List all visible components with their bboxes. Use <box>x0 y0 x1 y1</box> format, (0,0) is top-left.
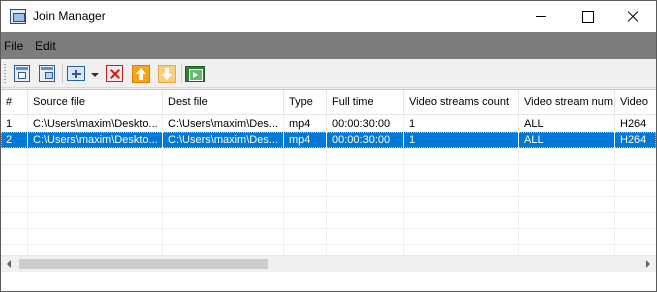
cell-video-stream-num: ALL <box>524 118 544 130</box>
grid-line <box>1 244 656 245</box>
toolbar-separator <box>62 64 63 83</box>
column-header-video[interactable]: Video <box>615 90 656 115</box>
table-row-selected[interactable]: 2 C:\Users\maxim\Deskto... C:\Users\maxi… <box>1 132 656 148</box>
grid-line <box>283 115 284 265</box>
move-down-button[interactable] <box>156 63 178 84</box>
cell-full-time: 00:00:30:00 <box>332 134 391 146</box>
grid-line <box>162 115 163 265</box>
cell-source-file: C:\Users\maxim\Deskto... <box>33 134 158 146</box>
scroll-right-icon[interactable] <box>639 256 656 273</box>
cell-index: 1 <box>6 118 13 130</box>
column-header-index[interactable]: # <box>1 90 28 115</box>
cell-dest-file: C:\Users\maxim\Des... <box>168 118 279 130</box>
cell-type: mp4 <box>289 118 311 130</box>
join-video-icon <box>185 66 205 82</box>
maximize-button[interactable] <box>564 1 610 32</box>
close-button[interactable] <box>610 1 656 32</box>
title-bar[interactable]: Join Manager <box>1 1 656 32</box>
grid-line <box>326 115 327 265</box>
grid-line <box>1 180 656 181</box>
cell-dest-file: C:\Users\maxim\Des... <box>168 134 279 146</box>
horizontal-scrollbar[interactable] <box>1 255 656 272</box>
join-video-button[interactable] <box>184 63 206 84</box>
add-file-icon <box>14 65 30 82</box>
add-dropdown-icon <box>67 66 85 81</box>
cell-index: 2 <box>6 134 13 146</box>
move-up-icon <box>132 65 150 83</box>
grid-line <box>614 115 615 265</box>
window-title: Join Manager <box>33 9 106 23</box>
grid-line <box>1 212 656 213</box>
add-file-button[interactable] <box>11 63 33 84</box>
status-strip <box>1 272 656 291</box>
column-header-source-file[interactable]: Source file <box>28 90 163 115</box>
grid-line <box>1 196 656 197</box>
column-header-video-streams-count[interactable]: Video streams count <box>404 90 519 115</box>
grid-line <box>403 115 404 265</box>
minimize-button[interactable] <box>518 1 564 32</box>
menu-edit[interactable]: Edit <box>35 39 56 53</box>
add-files-icon <box>39 65 55 82</box>
move-down-icon <box>158 65 176 83</box>
remove-icon <box>106 65 123 82</box>
toolbar <box>1 59 656 88</box>
add-dropdown-button[interactable] <box>66 63 88 84</box>
grid-line <box>1 228 656 229</box>
chevron-down-icon[interactable] <box>91 73 99 77</box>
cell-video: H264 <box>620 118 647 130</box>
cell-source-file: C:\Users\maxim\Deskto... <box>33 118 158 130</box>
cell-full-time: 00:00:30:00 <box>332 118 391 130</box>
move-up-button[interactable] <box>130 63 152 84</box>
table-row[interactable]: 1 C:\Users\maxim\Deskto... C:\Users\maxi… <box>1 116 656 132</box>
column-header-type[interactable]: Type <box>284 90 327 115</box>
toolbar-separator <box>181 64 182 83</box>
remove-button[interactable] <box>104 63 126 84</box>
add-files-button[interactable] <box>36 63 58 84</box>
join-manager-window: Join Manager File Edit # Source file Des… <box>0 0 657 292</box>
menu-file[interactable]: File <box>4 39 23 53</box>
cell-video-streams-count: 1 <box>409 118 416 130</box>
grid-line <box>518 115 519 265</box>
cell-video-streams-count: 1 <box>409 134 416 146</box>
grid-line <box>1 148 656 149</box>
list-header: # Source file Dest file Type Full time V… <box>1 90 656 115</box>
file-list[interactable]: # Source file Dest file Type Full time V… <box>1 89 656 291</box>
scrollbar-thumb[interactable] <box>19 259 268 269</box>
cell-video-stream-num: ALL <box>524 134 544 146</box>
cell-video: H264 <box>620 134 647 146</box>
column-header-dest-file[interactable]: Dest file <box>163 90 284 115</box>
grid-line <box>1 164 656 165</box>
grid-line <box>27 115 28 265</box>
scroll-left-icon[interactable] <box>1 256 18 273</box>
app-icon <box>10 9 26 24</box>
cell-type: mp4 <box>289 134 311 146</box>
column-header-full-time[interactable]: Full time <box>327 90 404 115</box>
menu-bar: File Edit <box>1 32 656 59</box>
column-header-video-stream-num[interactable]: Video stream num <box>519 90 615 115</box>
toolbar-grip-icon[interactable] <box>4 64 6 84</box>
